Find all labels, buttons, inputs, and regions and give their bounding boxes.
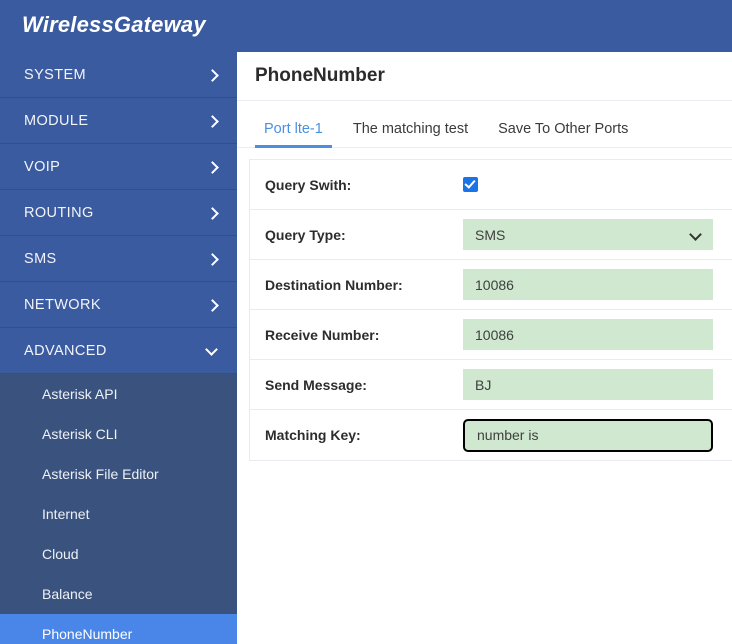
receive-number-label: Receive Number: (265, 326, 380, 343)
sidebar-item-network[interactable]: NETWORK (0, 282, 237, 328)
receive-number-input[interactable] (463, 319, 713, 350)
table-row: Receive Number: (250, 310, 732, 360)
sidebar-item-internet[interactable]: Internet (0, 494, 237, 534)
sidebar: SYSTEM MODULE VOIP ROUTING SMS NETWORK A… (0, 52, 237, 644)
sidebar-item-label: PhoneNumber (42, 626, 133, 642)
receive-number-field (463, 319, 732, 350)
sidebar-submenu-advanced: Asterisk API Asterisk CLI Asterisk File … (0, 374, 237, 644)
query-type-select[interactable]: SMS (463, 219, 713, 250)
send-message-field (463, 369, 732, 400)
page-header: PhoneNumber (237, 52, 732, 101)
page-title: PhoneNumber (255, 65, 385, 86)
sidebar-item-routing[interactable]: ROUTING (0, 190, 237, 236)
send-message-input[interactable] (463, 369, 713, 400)
sidebar-item-label: MODULE (24, 112, 89, 129)
sidebar-item-voip[interactable]: VOIP (0, 144, 237, 190)
tab-port-lte-1[interactable]: Port lte-1 (255, 121, 332, 148)
query-switch-field (463, 177, 732, 192)
sidebar-item-phonenumber[interactable]: PhoneNumber (0, 614, 237, 644)
sidebar-item-label: Asterisk File Editor (42, 466, 159, 482)
query-type-select-wrap: SMS (463, 219, 713, 250)
settings-table: Query Swith: Query Type: SMS Destination… (249, 159, 732, 461)
table-row: Query Swith: (250, 160, 732, 210)
app-window: WirelessGateway SYSTEM MODULE VOIP ROUTI… (0, 0, 732, 644)
chevron-down-icon (207, 345, 219, 357)
main-content: PhoneNumber Port lte-1 The matching test… (237, 52, 732, 644)
sidebar-item-label: ADVANCED (24, 342, 107, 359)
query-switch-label: Query Swith: (265, 176, 352, 193)
sidebar-item-label: Cloud (42, 546, 79, 562)
table-row: Matching Key: (250, 410, 732, 460)
sidebar-item-asterisk-api[interactable]: Asterisk API (0, 374, 237, 414)
chevron-right-icon (207, 253, 219, 265)
sidebar-item-label: SYSTEM (24, 66, 87, 83)
sidebar-item-sms[interactable]: SMS (0, 236, 237, 282)
sidebar-item-label: Balance (42, 586, 93, 602)
sidebar-item-asterisk-file-editor[interactable]: Asterisk File Editor (0, 454, 237, 494)
query-switch-checkbox[interactable] (463, 177, 478, 192)
send-message-label: Send Message: (265, 376, 367, 393)
sidebar-item-cloud[interactable]: Cloud (0, 534, 237, 574)
chevron-right-icon (207, 207, 219, 219)
destination-number-field (463, 269, 732, 300)
destination-number-input[interactable] (463, 269, 713, 300)
sidebar-item-module[interactable]: MODULE (0, 98, 237, 144)
sidebar-item-system[interactable]: SYSTEM (0, 52, 237, 98)
chevron-right-icon (207, 115, 219, 127)
tab-save-to-other-ports[interactable]: Save To Other Ports (489, 121, 637, 147)
destination-number-label: Destination Number: (265, 276, 403, 293)
chevron-right-icon (207, 161, 219, 173)
sidebar-item-label: Asterisk API (42, 386, 118, 402)
matching-key-label: Matching Key: (265, 427, 361, 443)
tab-bar: Port lte-1 The matching test Save To Oth… (237, 101, 732, 148)
sidebar-item-advanced[interactable]: ADVANCED (0, 328, 237, 374)
chevron-right-icon (207, 299, 219, 311)
sidebar-item-label: NETWORK (24, 296, 101, 313)
sidebar-item-balance[interactable]: Balance (0, 574, 237, 614)
table-row: Destination Number: (250, 260, 732, 310)
query-type-field: SMS (463, 219, 732, 250)
tab-the-matching-test[interactable]: The matching test (344, 121, 477, 147)
sidebar-item-label: Asterisk CLI (42, 426, 118, 442)
top-bar: WirelessGateway (0, 0, 732, 52)
sidebar-item-label: VOIP (24, 158, 61, 175)
form-container: Query Swith: Query Type: SMS Destination… (237, 148, 732, 461)
matching-key-input[interactable] (463, 418, 713, 452)
query-type-label: Query Type: (265, 226, 346, 243)
sidebar-item-label: Internet (42, 506, 90, 522)
table-row: Send Message: (250, 360, 732, 410)
sidebar-item-label: SMS (24, 250, 57, 267)
table-row: Query Type: SMS (250, 210, 732, 260)
chevron-right-icon (207, 69, 219, 81)
brand-logo: WirelessGateway (22, 12, 206, 37)
matching-key-field (463, 418, 732, 452)
sidebar-item-label: ROUTING (24, 204, 94, 221)
sidebar-item-asterisk-cli[interactable]: Asterisk CLI (0, 414, 237, 454)
